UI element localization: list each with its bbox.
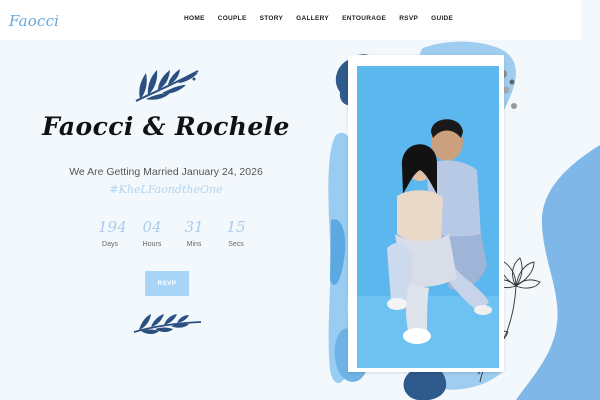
site-logo[interactable]: Faocci bbox=[9, 12, 59, 30]
nav-gallery[interactable]: GALLERY bbox=[296, 15, 329, 22]
countdown-days: 194 Days bbox=[98, 218, 127, 249]
couple-photo-illustration bbox=[357, 66, 499, 368]
countdown-secs-label: Secs bbox=[228, 241, 244, 248]
couple-photo bbox=[357, 66, 499, 368]
rsvp-button[interactable]: RSVP bbox=[145, 271, 189, 296]
wedding-hashtag: #KheLFaondtheOne bbox=[109, 183, 223, 196]
nav-home[interactable]: HOME bbox=[184, 15, 205, 22]
nav-story[interactable]: STORY bbox=[260, 15, 284, 22]
main-nav: HOME COUPLE STORY GALLERY ENTOURAGE RSVP… bbox=[184, 15, 453, 22]
countdown-timer: 194 Days 04 Hours 31 Mins 15 Secs bbox=[98, 218, 248, 249]
leaf-branch-icon bbox=[135, 69, 199, 102]
countdown-days-label: Days bbox=[102, 241, 118, 248]
wedding-date-text: We Are Getting Married January 24, 2026 bbox=[69, 166, 263, 178]
countdown-mins: 31 Mins bbox=[182, 218, 206, 249]
nav-entourage[interactable]: ENTOURAGE bbox=[342, 15, 386, 22]
nav-rsvp[interactable]: RSVP bbox=[399, 15, 418, 22]
countdown-mins-value: 31 bbox=[184, 218, 204, 236]
countdown-hours-value: 04 bbox=[142, 218, 162, 236]
countdown-mins-label: Mins bbox=[186, 241, 202, 248]
nav-guide[interactable]: GUIDE bbox=[431, 15, 453, 22]
countdown-secs: 15 Secs bbox=[224, 218, 248, 249]
countdown-hours-label: Hours bbox=[142, 241, 162, 248]
countdown-secs-value: 15 bbox=[226, 218, 246, 236]
countdown-hours: 04 Hours bbox=[140, 218, 164, 249]
couple-names: Faocci & Rochele bbox=[42, 112, 290, 141]
top-navigation-bar: Faocci HOME COUPLE STORY GALLERY ENTOURA… bbox=[0, 0, 581, 40]
countdown-days-value: 194 bbox=[98, 218, 127, 236]
nav-couple[interactable]: COUPLE bbox=[218, 15, 247, 22]
leaf-branch-icon bbox=[133, 314, 202, 334]
